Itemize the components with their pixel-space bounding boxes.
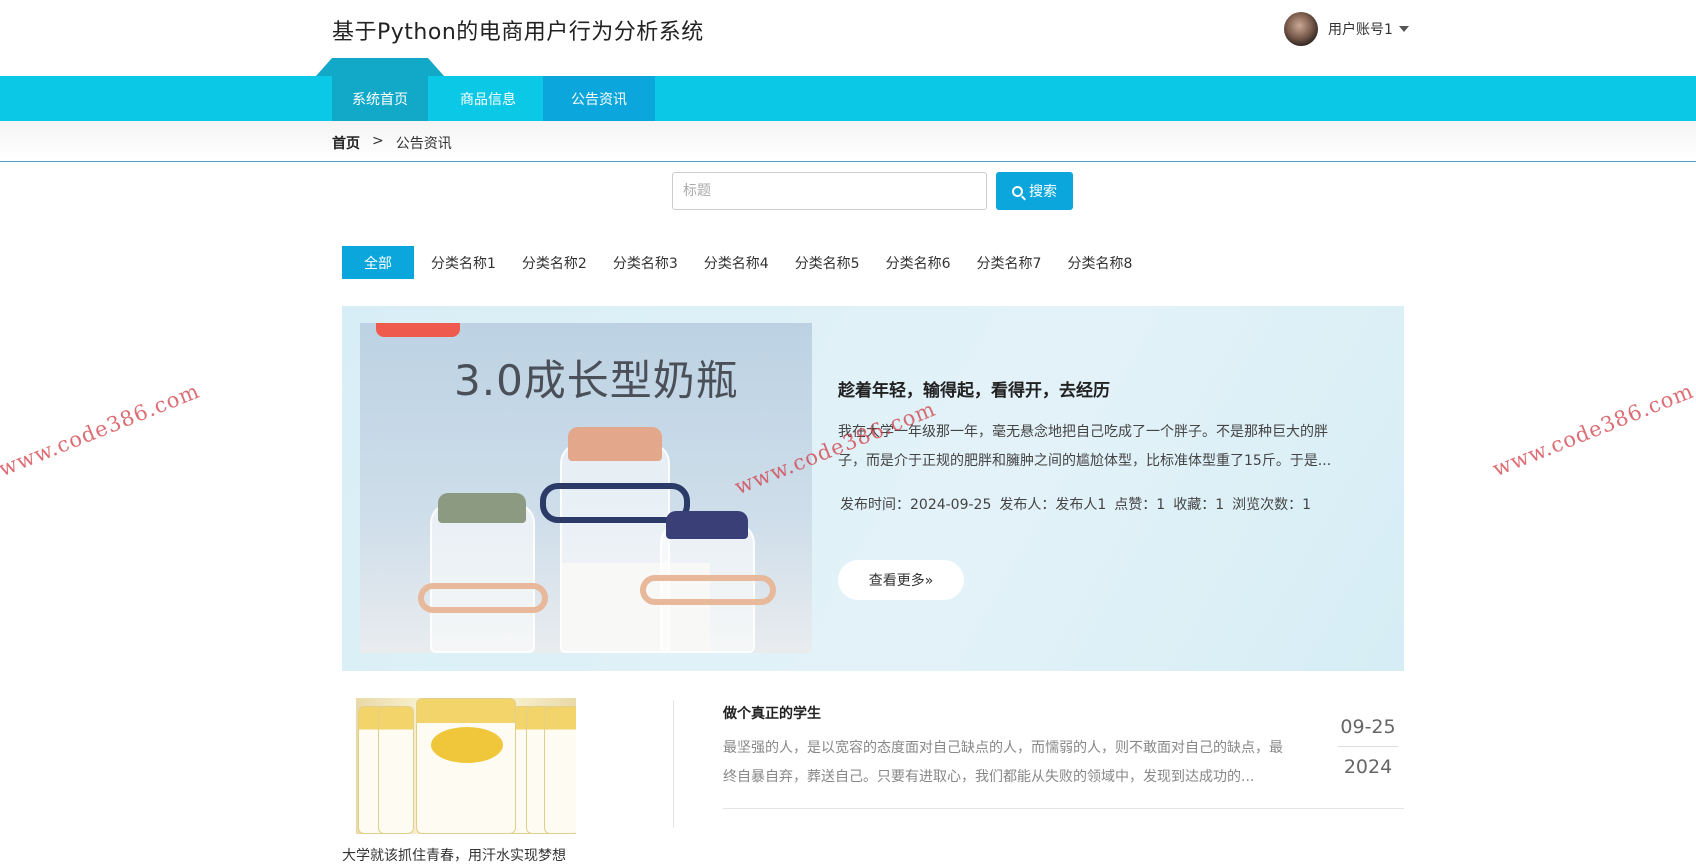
category-item[interactable]: 分类名称6 [873,246,964,279]
site-title: 基于Python的电商用户行为分析系统 [332,20,704,45]
product-can [544,706,576,834]
nav-tab-label: 公告资讯 [571,91,627,108]
publisher: 发布人：发布人1 [999,497,1107,513]
bottle-handle [418,583,548,613]
bottle-illustration [430,503,535,653]
likes-count: 点赞：1 [1114,497,1166,513]
avatar[interactable] [1284,12,1318,46]
divider [723,808,1404,809]
nav-tab-news[interactable]: 公告资讯 [543,76,655,121]
header: 基于Python的电商用户行为分析系统 用户账号1 [0,0,1696,76]
breadcrumb-separator: > [372,133,384,149]
featured-meta: 发布时间：2024-09-25 发布人：发布人1 点赞：1 收藏：1 浏览次数：… [840,494,1311,514]
user-name[interactable]: 用户账号1 [1328,19,1393,39]
featured-article[interactable]: 3.0成长型奶瓶 趁着年轻，输得起，看得开，去经历 我在大学一年级那一年，毫无悬… [342,306,1404,671]
breadcrumb: 首页 > 公告资讯 [332,133,452,153]
search-icon [1012,185,1023,197]
featured-title[interactable]: 趁着年轻，输得起，看得开，去经历 [838,376,1110,401]
nav-tab-label: 系统首页 [352,91,408,108]
category-item[interactable]: 分类名称2 [509,246,600,279]
date-year: 2024 [1343,756,1393,778]
brand-badge [376,323,460,337]
category-tabs: 全部 分类名称1 分类名称2 分类名称3 分类名称4 分类名称5 分类名称6 分… [342,246,1145,279]
category-item[interactable]: 分类名称1 [418,246,509,279]
view-more-button[interactable]: 查看更多» [838,560,964,600]
bottle-handle [640,575,776,605]
search-button-label: 搜索 [1029,184,1057,200]
list-item-title[interactable]: 做个真正的学生 [723,703,821,723]
search-input[interactable] [672,172,987,210]
category-item[interactable]: 分类名称4 [691,246,782,279]
breadcrumb-home[interactable]: 首页 [332,133,360,153]
user-menu[interactable]: 用户账号1 [1284,10,1409,48]
product-can [416,698,516,834]
nav-tab-home[interactable]: 系统首页 [316,58,444,121]
list-item-date: 09-25 2024 [1338,716,1398,778]
featured-image-caption: 3.0成长型奶瓶 [454,356,739,405]
category-item[interactable]: 分类名称7 [964,246,1055,279]
category-item[interactable]: 分类名称8 [1054,246,1145,279]
date-month-day: 09-25 [1338,716,1398,747]
bottle-cap [438,493,526,523]
list-item-summary: 最坚强的人，是以宽容的态度面对自己缺点的人，而懦弱的人，则不敢面对自己的缺点，最… [723,740,1283,785]
product-can [378,706,414,834]
bottle-cap [568,427,662,461]
breadcrumb-bar: 首页 > 公告资讯 [0,121,1696,162]
nav-tab-label: 商品信息 [460,91,516,108]
nav-tab-goods[interactable]: 商品信息 [440,76,536,121]
category-all[interactable]: 全部 [342,246,414,279]
favorites-count: 收藏：1 [1173,497,1225,513]
category-item[interactable]: 分类名称3 [600,246,691,279]
list-item-image-caption[interactable]: 大学就该抓住青春，用汗水实现梦想 [342,845,566,865]
divider [673,700,674,828]
main-nav: 系统首页 商品信息 公告资讯 [0,58,1696,121]
breadcrumb-current: 公告资讯 [395,136,452,152]
list-item-image[interactable] [356,698,576,834]
publish-time: 发布时间：2024-09-25 [840,497,992,513]
watermark: www.code386.com [1489,378,1696,482]
chevron-down-icon[interactable] [1398,26,1409,32]
bottle-cap [666,511,748,539]
views-count: 浏览次数：1 [1232,497,1312,513]
watermark: www.code386.com [0,378,204,482]
search-button[interactable]: 搜索 [996,172,1073,210]
category-item[interactable]: 分类名称5 [782,246,873,279]
bottle-illustration [560,443,670,653]
can-label [431,727,503,763]
